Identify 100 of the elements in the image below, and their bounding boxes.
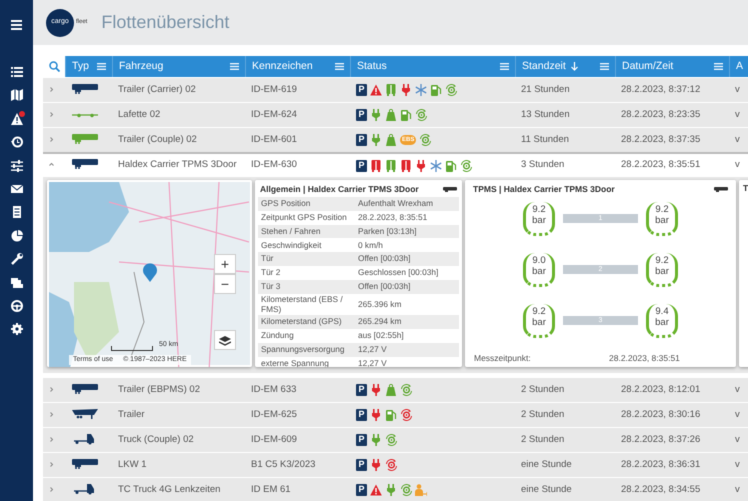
column-header[interactable]: Status	[357, 58, 387, 74]
expand-chevron-icon[interactable]	[49, 112, 54, 117]
field-value: 265.294 km	[358, 317, 402, 327]
idle-time: 13 Stunden	[521, 108, 570, 120]
zoom-in-button[interactable]: +	[214, 254, 236, 274]
column-header[interactable]: A	[736, 58, 744, 74]
scale-bar-icon	[111, 346, 153, 350]
timestamp: 28.2.2023, 8:30:16	[621, 408, 700, 420]
expand-chevron-icon[interactable]	[49, 486, 54, 492]
field-value: 28.2.2023, 8:35:51	[358, 212, 428, 222]
timestamp: 28.2.2023, 8:23:35	[621, 108, 700, 120]
column-header[interactable]: Kennzeichen	[252, 58, 313, 74]
column-header[interactable]: Standzeit	[522, 58, 566, 74]
layers-button[interactable]	[214, 330, 236, 350]
column-header[interactable]: Datum/Zeit	[622, 58, 674, 74]
list-icon[interactable]	[10, 66, 22, 78]
idle-time: 3 Stunden	[521, 159, 564, 170]
license-plate: ID-EM-619	[251, 84, 297, 95]
license-plate: ID-EM-601	[251, 134, 297, 145]
column-menu-icon[interactable]	[714, 63, 723, 70]
field-label: Tür 2	[261, 268, 282, 278]
map-pin-icon[interactable]	[142, 262, 158, 282]
field-label: Tür	[261, 254, 274, 264]
field-value: 0 km/h	[358, 240, 384, 250]
table-cell: v	[735, 434, 740, 445]
field-label: Zeitpunkt GPS Position	[261, 212, 348, 222]
field-value: 265.396 km	[358, 300, 402, 310]
parking-indicator: P	[356, 109, 367, 121]
card-title: TPMS | Haldex Carrier TPMS 3Door	[473, 183, 615, 196]
parking-indicator: P	[356, 409, 367, 421]
zoom-out-button[interactable]: −	[214, 274, 236, 294]
history-icon[interactable]	[10, 136, 22, 148]
menu-icon[interactable]	[11, 20, 22, 30]
column-menu-icon[interactable]	[500, 63, 509, 70]
pie-chart-icon[interactable]	[10, 230, 22, 242]
column-menu-icon[interactable]	[600, 63, 609, 70]
table-cell: v	[735, 458, 740, 470]
sort-arrow-icon[interactable]	[570, 62, 578, 71]
card-title: T	[743, 183, 748, 193]
field-label: Stehen / Fahren	[261, 226, 322, 236]
field-value: aus [02:55h]	[358, 331, 405, 341]
wrench-icon[interactable]	[10, 253, 22, 266]
table-cell: v	[735, 484, 740, 495]
column-menu-icon[interactable]	[97, 63, 106, 70]
column-header[interactable]: Typ	[72, 58, 89, 74]
idle-time: 2 Stunden	[521, 384, 564, 395]
expand-chevron-icon[interactable]	[49, 436, 54, 442]
field-value: 12,27 V	[358, 345, 388, 355]
warning-icon[interactable]	[10, 112, 22, 125]
timestamp: 28.2.2023, 8:12:01	[621, 384, 700, 395]
search-icon[interactable]	[48, 61, 60, 72]
table-cell: v	[735, 84, 740, 95]
timestamp: 28.2.2023, 8:36:31	[621, 458, 700, 470]
parking-indicator: P	[356, 84, 367, 96]
table-cell: v	[735, 108, 740, 120]
expand-chevron-icon[interactable]	[49, 386, 54, 392]
field-label: Geschwindigkeit	[261, 240, 322, 250]
idle-time: 21 Stunden	[521, 84, 570, 95]
vehicle-name: Trailer	[118, 408, 145, 420]
vehicle-name: Trailer (Couple) 02	[118, 134, 197, 145]
timestamp: 28.2.2023, 8:34:55	[621, 484, 700, 495]
parking-indicator: P	[356, 484, 367, 496]
mail-icon[interactable]	[10, 182, 22, 195]
column-menu-icon[interactable]	[230, 63, 239, 70]
tire-pressure: 9.4 bar	[646, 304, 678, 338]
field-value: Geschlossen [00:03h]	[358, 268, 440, 278]
trailer-icon	[443, 186, 457, 192]
expand-chevron-icon[interactable]	[49, 136, 54, 142]
idle-time: 2 Stunden	[521, 408, 564, 420]
settings-icon[interactable]	[10, 323, 22, 336]
license-plate: ID-EM-609	[251, 434, 297, 445]
table-cell: v	[735, 384, 740, 395]
document-icon[interactable]	[10, 206, 22, 218]
expand-chevron-icon[interactable]	[49, 412, 54, 417]
collapse-chevron-icon[interactable]	[49, 162, 54, 168]
vehicle-name: Lafette 02	[118, 108, 160, 120]
sliders-icon[interactable]	[10, 160, 22, 172]
timestamp: 28.2.2023, 8:37:26	[621, 434, 700, 445]
idle-time: eine Stunde	[521, 484, 572, 495]
parking-indicator: P	[356, 384, 367, 396]
trucks-icon[interactable]	[10, 276, 22, 289]
expand-chevron-icon[interactable]	[49, 462, 54, 467]
table-cell: v	[735, 159, 740, 170]
timestamp: 28.2.2023, 8:37:35	[621, 134, 700, 145]
idle-time: 11 Stunden	[521, 134, 569, 145]
column-menu-icon[interactable]	[335, 63, 344, 70]
column-header[interactable]: Fahrzeug	[119, 58, 164, 74]
timestamp: 28.2.2023, 8:35:51	[621, 159, 700, 170]
map-icon[interactable]	[10, 89, 22, 102]
vehicle-name: Truck (Couple) 02	[118, 434, 194, 445]
license-plate: ID EM 61	[251, 484, 291, 495]
idle-time: 2 Stunden	[521, 434, 564, 445]
steering-wheel-icon[interactable]	[10, 300, 22, 312]
field-label: Tür 3	[261, 282, 282, 292]
tire-pressure: 9.2 bar	[523, 304, 555, 338]
expand-chevron-icon[interactable]	[49, 86, 54, 92]
parking-indicator: P	[356, 459, 367, 471]
vehicle-name: Haldex Carrier TPMS 3Door	[118, 159, 237, 170]
license-plate: B1 C5 K3/2023	[251, 458, 316, 470]
layers-icon	[219, 336, 231, 346]
